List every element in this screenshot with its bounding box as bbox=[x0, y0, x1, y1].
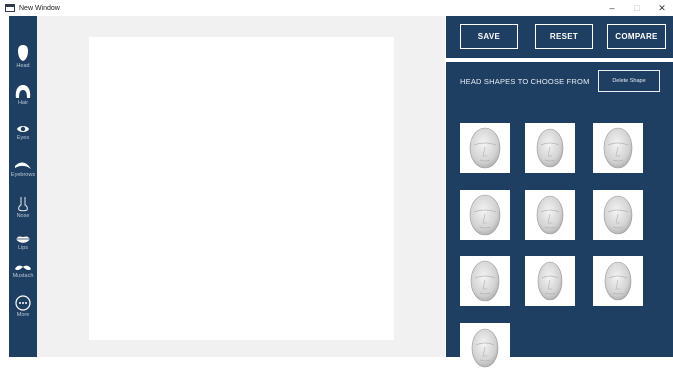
tool-label: Eyebrows bbox=[10, 172, 36, 178]
tool-sidebar: Head Hair Eyes Eyebrows Nose Lips Mustac… bbox=[9, 16, 37, 357]
more-icon bbox=[15, 295, 31, 311]
tool-label: Nose bbox=[16, 213, 30, 219]
tool-label: Head bbox=[16, 63, 30, 69]
head-shape-thumbnail[interactable] bbox=[593, 256, 643, 306]
tool-more[interactable]: More bbox=[9, 295, 37, 318]
head-shape-thumbnail[interactable] bbox=[460, 123, 510, 173]
head-shape-icon bbox=[469, 127, 501, 169]
compare-button[interactable]: COMPARE bbox=[607, 24, 666, 49]
eyebrow-icon bbox=[15, 162, 31, 169]
head-shape-icon bbox=[603, 127, 633, 169]
tool-eyebrows[interactable]: Eyebrows bbox=[9, 161, 37, 178]
workspace bbox=[37, 16, 445, 357]
tool-label: Hair bbox=[17, 100, 29, 106]
tool-eyes[interactable]: Eyes bbox=[9, 124, 37, 141]
lips-icon bbox=[16, 236, 30, 243]
head-shape-icon bbox=[536, 128, 564, 168]
app-icon bbox=[5, 4, 15, 12]
save-button[interactable]: SAVE bbox=[460, 24, 518, 49]
tool-hair[interactable]: Hair bbox=[9, 84, 37, 106]
tool-mustache[interactable]: Mustach bbox=[9, 264, 37, 279]
mustache-icon bbox=[15, 265, 31, 271]
action-bar: SAVE RESET COMPARE bbox=[446, 16, 673, 58]
minimize-button[interactable]: – bbox=[607, 3, 617, 13]
hair-icon bbox=[15, 85, 31, 98]
delete-shape-button[interactable]: Delete Shape bbox=[598, 70, 660, 92]
tool-head[interactable]: Head bbox=[9, 44, 37, 69]
head-shape-thumbnail[interactable] bbox=[525, 256, 575, 306]
head-shape-icon bbox=[536, 195, 564, 235]
panel-title: HEAD SHAPES TO CHOOSE FROM bbox=[460, 77, 590, 86]
head-icon bbox=[18, 45, 28, 61]
title-bar: New Window – □ ✕ bbox=[0, 0, 673, 16]
tool-label: More bbox=[16, 312, 30, 318]
head-shape-icon bbox=[604, 261, 632, 301]
head-shape-thumbnail[interactable] bbox=[525, 190, 575, 240]
tool-label: Eyes bbox=[16, 135, 30, 141]
head-shape-icon bbox=[537, 261, 563, 301]
maximize-button[interactable]: □ bbox=[632, 3, 642, 13]
head-shape-thumbnail[interactable] bbox=[525, 123, 575, 173]
head-shape-icon bbox=[469, 194, 501, 236]
tool-label: Mustach bbox=[12, 273, 34, 279]
head-shape-thumbnail[interactable] bbox=[593, 190, 643, 240]
eye-icon bbox=[17, 126, 29, 132]
window-title: New Window bbox=[19, 4, 60, 12]
head-shape-thumbnail[interactable] bbox=[460, 323, 510, 373]
head-shape-icon bbox=[470, 260, 500, 302]
head-shape-thumbnail[interactable] bbox=[460, 256, 510, 306]
tool-nose[interactable]: Nose bbox=[9, 196, 37, 219]
head-shape-icon bbox=[471, 328, 499, 368]
head-shape-thumbnail[interactable] bbox=[593, 123, 643, 173]
tool-label: Lips bbox=[17, 245, 29, 251]
tool-lips[interactable]: Lips bbox=[9, 235, 37, 251]
head-shapes-panel: HEAD SHAPES TO CHOOSE FROM Delete Shape bbox=[446, 62, 673, 373]
head-shape-thumbnail[interactable] bbox=[460, 190, 510, 240]
close-button[interactable]: ✕ bbox=[657, 3, 667, 14]
drawing-canvas[interactable] bbox=[89, 37, 394, 340]
head-shape-icon bbox=[603, 195, 633, 235]
reset-button[interactable]: RESET bbox=[535, 24, 593, 49]
nose-icon bbox=[18, 197, 28, 212]
window-controls: – □ ✕ bbox=[607, 0, 667, 16]
